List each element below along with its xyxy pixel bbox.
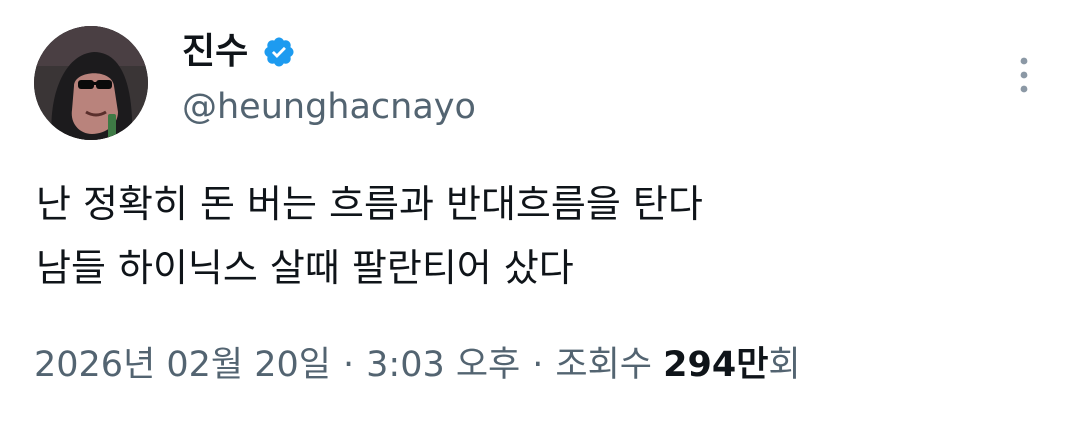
author-handle[interactable]: @heunghacnayo	[182, 88, 476, 127]
tweet-text: 난 정확히 돈 버는 흐름과 반대흐름을 탄다 남들 하이닉스 살때 팔란티어 …	[36, 172, 1036, 300]
more-options-button[interactable]	[1002, 50, 1046, 100]
tweet-metadata: 2026년 02월 20일 · 3:03 오후 · 조회수 294만회	[34, 344, 801, 386]
post-date[interactable]: 2026년 02월 20일	[34, 345, 331, 385]
avatar[interactable]	[34, 26, 148, 140]
author-name-row: 진수	[182, 26, 298, 78]
more-vertical-icon	[1020, 57, 1028, 93]
views-label: 조회수	[555, 345, 653, 385]
views-count[interactable]: 294만	[663, 345, 768, 385]
tweet-text-line: 난 정확히 돈 버는 흐름과 반대흐름을 탄다	[36, 182, 703, 226]
separator-dot: ·	[532, 345, 544, 385]
author-display-name[interactable]: 진수	[182, 34, 248, 70]
views-suffix: 회	[768, 345, 801, 385]
verified-badge-icon	[260, 33, 298, 71]
avatar-image	[34, 26, 148, 140]
tweet-card: 진수 @heunghacnayo 난 정확히 돈 버는 흐름과 반대흐름을 탄다…	[0, 0, 1080, 424]
post-time[interactable]: 3:03 오후	[366, 345, 520, 385]
tweet-text-line: 남들 하이닉스 살때 팔란티어 샀다	[36, 246, 574, 290]
separator-dot: ·	[343, 345, 355, 385]
